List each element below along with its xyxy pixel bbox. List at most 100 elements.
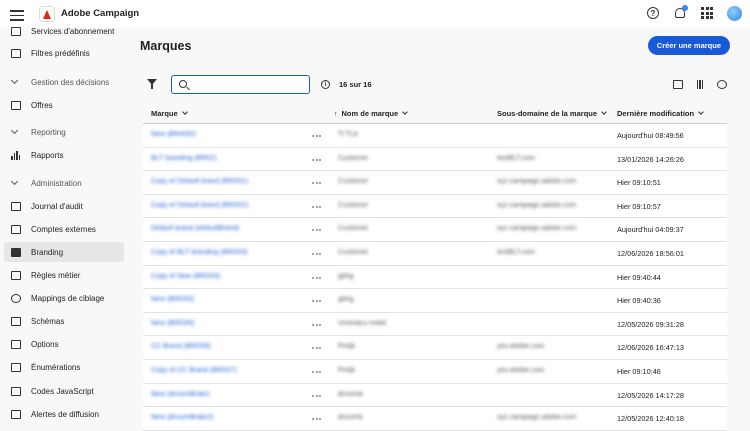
more-actions-icon[interactable] [312, 323, 321, 326]
subdomain-cell: xyz.campaign.adobe.com [497, 201, 577, 209]
sidebar-item-audit-log[interactable]: Journal d'audit [0, 196, 128, 216]
more-actions-icon[interactable] [312, 347, 321, 350]
more-actions-icon[interactable] [312, 276, 321, 279]
brand-link[interactable]: BLT branding (BR02) [151, 155, 217, 162]
sidebar-item-branding[interactable]: Branding [4, 242, 124, 262]
section-administration[interactable]: Administration [0, 174, 128, 192]
table-row[interactable]: BLT branding (BR02) Customer testBLT.com 13… [143, 148, 727, 172]
brand-name-cell: Pmljk [338, 366, 356, 374]
subdomain-cell: testBLT.com [497, 248, 535, 256]
brand-link[interactable]: Copy of Default brand (BRD02) [151, 202, 248, 209]
brand-link[interactable]: Copy of CC Brand (BRD07) [151, 367, 237, 374]
help-icon[interactable]: ? [645, 5, 661, 21]
chevron-down-icon [181, 109, 188, 115]
offers-icon [10, 100, 21, 111]
apps-grid-icon[interactable] [699, 5, 715, 21]
rules-icon [10, 270, 21, 281]
brand-link[interactable]: New (dnuxmBrabr2) [151, 414, 214, 421]
column-header-subdomain[interactable]: Sous-domaine de la marque [497, 109, 607, 118]
main-content: Marques Créer une marque i 16 sur 16 Mar… [128, 28, 750, 431]
table-row[interactable]: New (dnuxmBrabr) dnuxmb 12/05/2026 14:17:2… [143, 384, 727, 408]
last-modified-cell: 12/06/2026 18:56:01 [617, 248, 684, 258]
sidebar-item-offers[interactable]: Offres [0, 95, 128, 115]
more-actions-icon[interactable] [312, 135, 321, 137]
table-row[interactable]: New (BRAND) Tl TLb Aujourd'hui 08:49:56 [143, 124, 727, 148]
sidebar-item-subscription-services[interactable]: Services d'abonnement [0, 21, 128, 41]
more-actions-icon[interactable] [312, 300, 321, 303]
sidebar-item-schemas[interactable]: Schémas [0, 311, 128, 331]
more-actions-icon[interactable] [312, 229, 321, 232]
table-header: Marque ↑ Nom de marque Sous-domaine de la… [143, 102, 727, 124]
more-actions-icon[interactable] [312, 182, 321, 185]
audit-icon [10, 201, 21, 212]
sidebar: Services d'abonnement Filtres prédéfinis… [0, 26, 128, 431]
sort-arrow-icon: ↑ [334, 111, 338, 118]
chevron-down-icon [698, 109, 704, 115]
refresh-icon[interactable] [716, 78, 728, 90]
menu-icon[interactable] [10, 7, 24, 21]
table-row[interactable]: Copy of New (BRD04) gbhg Hier 09:40:44 [143, 266, 727, 290]
more-actions-icon[interactable] [312, 418, 321, 421]
sidebar-item-reports[interactable]: Rapports [0, 145, 128, 165]
column-header-brand-name[interactable]: ↑ Nom de marque [334, 109, 409, 118]
table-row[interactable]: New (dnuxmBrabr2) dnuxmb xyz.campaign.adob… [143, 407, 727, 431]
filter-list-icon [10, 48, 21, 59]
sidebar-item-enumerations[interactable]: Énumérations [0, 357, 128, 377]
chart-icon [10, 150, 21, 161]
column-header-last-modified[interactable]: Dernière modification [617, 109, 704, 118]
more-actions-icon[interactable] [312, 205, 321, 208]
more-actions-icon[interactable] [312, 394, 321, 397]
brand-name-cell: Customer [338, 201, 369, 209]
sidebar-item-predefined-filters[interactable]: Filtres prédéfinis [0, 43, 128, 63]
adobe-logo-icon[interactable] [39, 6, 55, 22]
options-icon [10, 339, 21, 350]
bell-icon[interactable] [672, 5, 688, 21]
avatar[interactable] [726, 5, 742, 21]
mapping-icon [10, 293, 21, 304]
section-decision-management[interactable]: Gestion des décisions [0, 73, 128, 91]
sidebar-item-options[interactable]: Options [0, 334, 128, 354]
brand-name-cell: dnuxmb [338, 414, 363, 422]
sidebar-item-javascript-codes[interactable]: Codes JavaScript [0, 381, 128, 401]
page-title: Marques [140, 39, 192, 53]
brand-link[interactable]: Copy of New (BRD04) [151, 273, 220, 280]
sidebar-item-business-rules[interactable]: Règles métier [0, 265, 128, 285]
sidebar-item-external-accounts[interactable]: Comptes externes [0, 219, 128, 239]
code-icon [10, 386, 21, 397]
table-row[interactable]: CC Brand (BRD08) Pmljk yes.adobe.com 12/06/… [143, 336, 727, 360]
table-row[interactable]: Default brand (defaultBrand) Customer xyz.… [143, 218, 727, 242]
brand-link[interactable]: New (BRD05) [151, 296, 194, 303]
brand-link[interactable]: New (BRAND) [151, 131, 196, 138]
more-actions-icon[interactable] [312, 158, 321, 161]
section-reporting[interactable]: Reporting [0, 123, 128, 141]
table-row[interactable]: Copy of Default brand (BRD01) Customer xyz… [143, 171, 727, 195]
table-row[interactable]: New (BRD05) gbhg Hier 09:40:36 [143, 289, 727, 313]
branding-icon [10, 247, 21, 258]
table-row[interactable]: Copy of BLT branding (BRD03) Customer test… [143, 242, 727, 266]
brand-link[interactable]: New (BRD06) [151, 320, 194, 327]
more-actions-icon[interactable] [312, 252, 321, 255]
brand-link[interactable]: Copy of BLT branding (BRD03) [151, 249, 248, 256]
chevron-down-icon [10, 177, 19, 186]
sidebar-item-delivery-alerts[interactable]: Alertes de diffusion [0, 404, 128, 424]
chevron-down-icon [402, 109, 409, 115]
brand-link[interactable]: Copy of Default brand (BRD01) [151, 178, 248, 185]
columns-icon[interactable] [694, 78, 706, 90]
create-brand-button[interactable]: Créer une marque [647, 36, 730, 55]
search-input[interactable] [192, 78, 302, 91]
table-row[interactable]: Copy of Default brand (BRD02) Customer xyz… [143, 195, 727, 219]
subdomain-cell: xyz.campaign.adobe.com [497, 414, 577, 422]
brand-name-cell: Pmljk [338, 343, 356, 351]
info-icon[interactable]: i [321, 80, 330, 89]
brand-link[interactable]: New (dnuxmBrabr) [151, 391, 210, 398]
sidebar-item-targeting-mappings[interactable]: Mappings de ciblage [0, 288, 128, 308]
export-icon[interactable] [672, 78, 684, 90]
table-row[interactable]: New (BRD06) Vmesdcu mrbkl 12/05/2026 09:31… [143, 313, 727, 337]
brand-link[interactable]: Default brand (defaultBrand) [151, 225, 239, 232]
last-modified-cell: Hier 09:40:36 [617, 296, 661, 306]
more-actions-icon[interactable] [312, 370, 321, 373]
brand-link[interactable]: CC Brand (BRD08) [151, 343, 211, 350]
column-header-brand[interactable]: Marque [151, 109, 188, 118]
table-row[interactable]: Copy of CC Brand (BRD07) Pmljk yes.adobe.c… [143, 360, 727, 384]
search-field[interactable] [171, 75, 310, 94]
